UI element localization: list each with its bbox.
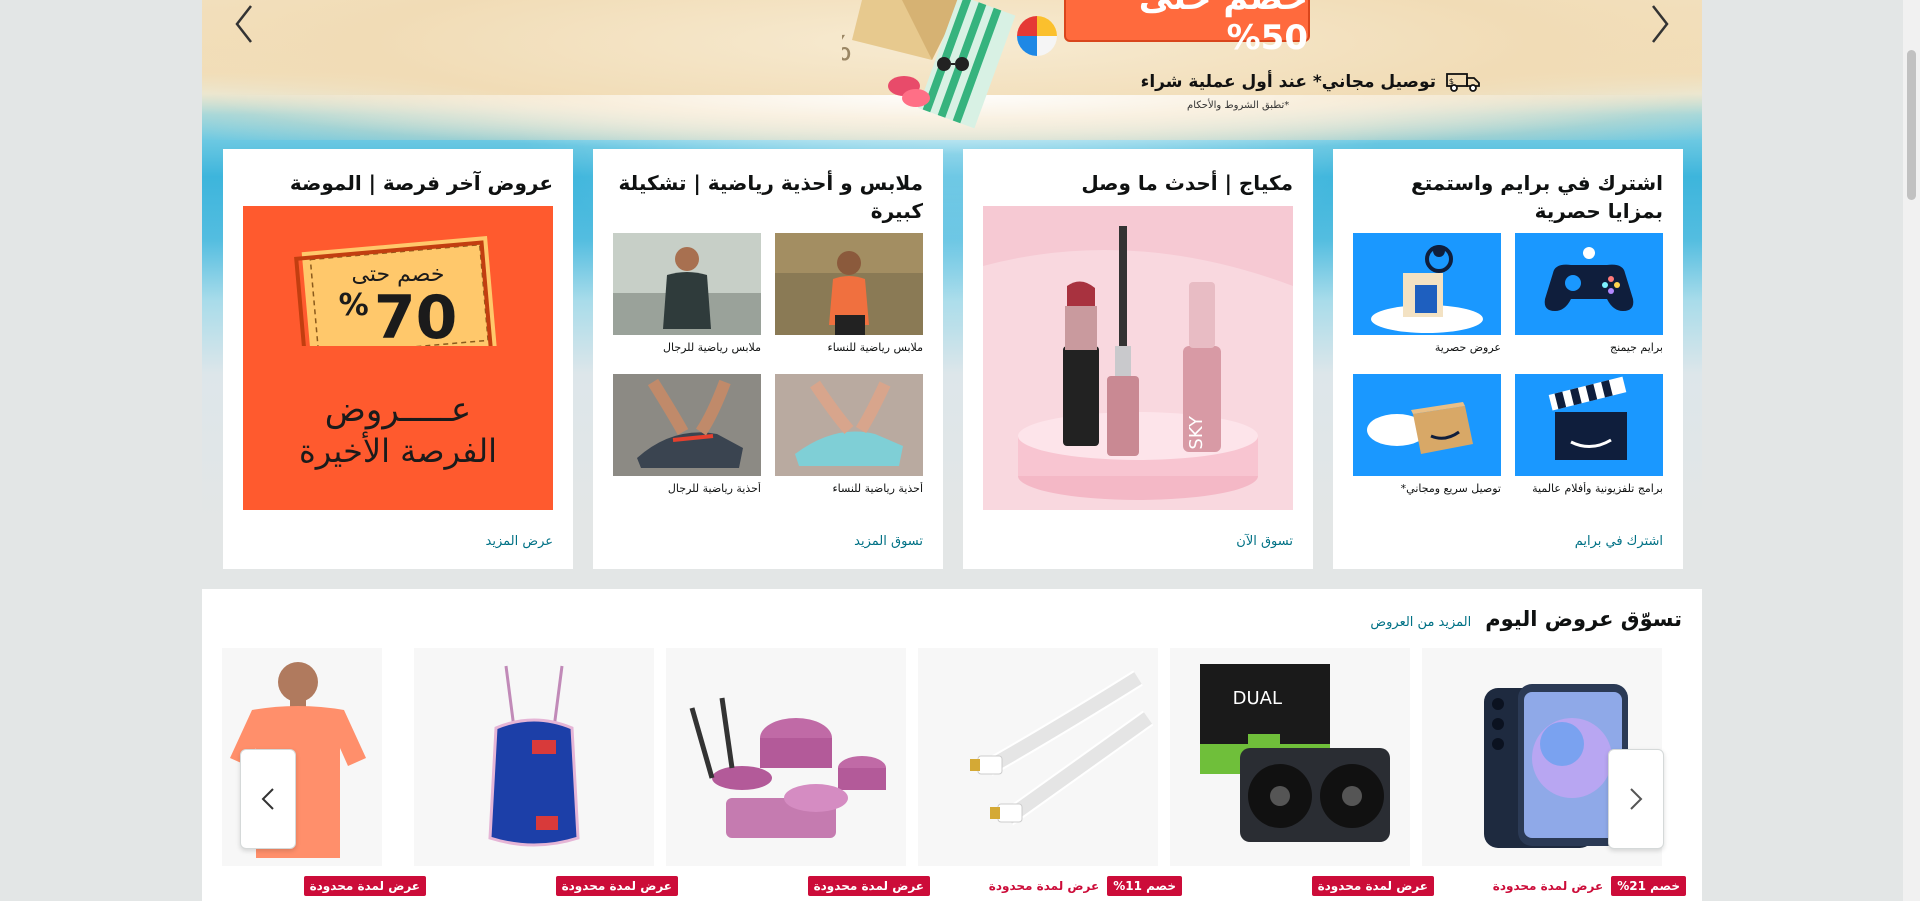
sports-grid: ملابس رياضية للنساء ملابس رياضية للرجال [613,233,923,495]
sports-item-men-shoes[interactable]: أحذية رياضية للرجال [613,374,761,495]
deal-product-tile[interactable] [414,648,654,866]
promo-percent: % [338,288,369,323]
men-shoes-image [613,374,761,476]
vertical-scrollbar[interactable] [1903,0,1920,901]
sports-item-label: أحذية رياضية للرجال [667,482,761,495]
sports-item-women-shoes[interactable]: أحذية رياضية للنساء [775,374,923,495]
limited-offer-badge: عرض لمدة محدودة [1311,876,1434,896]
chevron-right-icon [1630,788,1643,810]
cookware-icon [689,697,886,838]
gamepad-icon [1515,233,1663,335]
discount-badge: خصم حتى 50% [1064,0,1310,58]
card-makeup: مكياج | أحدث ما وصل SKY تسوق الآن [963,149,1313,569]
card-title: ملابس و أحذية رياضية | تشكيلة كبيرة [618,171,923,223]
promo-value: 70 [373,283,458,353]
deal-product-tile[interactable] [918,648,1158,866]
beach-illustration: % [842,0,1057,129]
deals-title: تسوّق عروض اليوم [1485,607,1682,631]
discount-badge: خصم 11% [1107,876,1182,896]
deals-next-button[interactable] [1608,749,1664,849]
scroll-thumb[interactable] [1907,50,1916,200]
deals-header: تسوّق عروض اليوم المزيد من العروض [1370,607,1682,631]
limited-offer-label: عرض لمدة محدودة [1492,879,1604,893]
card-prime: اشترك في برايم واستمتع بمزايا حصرية براي… [1333,149,1683,569]
swimsuit-icon [488,665,580,847]
discount-badge: خصم 21% [1611,876,1686,896]
card-title: عروض آخر فرصة | الموضة [289,171,553,195]
page: % خصم حتى 50% $ [202,0,1702,901]
card-sportswear: ملابس و أحذية رياضية | تشكيلة كبيرة ملاب… [593,149,943,569]
shop-more-link[interactable]: تسوق المزيد [854,534,923,549]
clapperboard-icon [1515,374,1663,476]
man-running-image [613,233,761,335]
makeup-product-image[interactable]: SKY [983,206,1293,510]
deal-badges: عرض لمدة محدودة [807,876,930,896]
limited-offer-badge: عرض لمدة محدودة [303,876,426,896]
deals-prev-button[interactable] [240,749,296,849]
deal-badges: خصم 11% عرض لمدة محدودة [989,876,1182,896]
prime-item-deals[interactable]: عروض حصرية [1353,233,1501,354]
chevron-right-icon [1652,5,1669,43]
chevron-left-icon [261,788,274,810]
last-chance-promo[interactable]: خصم حتى % 70 عـــــروض الفرصة الأخيرة [243,206,553,510]
prime-item-label: توصيل سريع ومجاني* [1400,482,1501,495]
prime-item-video[interactable]: برامج تلفزيونية وأفلام عالمية [1515,374,1663,495]
deal-badges: عرض لمدة محدودة [303,876,426,896]
women-shoes-image [775,374,923,476]
sports-item-label: ملابس رياضية للرجال [662,341,761,354]
svg-text:DUAL: DUAL [1233,688,1282,709]
sports-item-label: أحذية رياضية للنساء [832,482,923,495]
free-delivery-text: توصيل مجاني* عند أول عملية شراء [1140,72,1436,92]
svg-text:$: $ [1449,77,1454,86]
shopping-bag-icon [1353,233,1501,335]
sports-item-women-clothes[interactable]: ملابس رياضية للنساء [775,233,923,354]
prime-item-delivery[interactable]: توصيل سريع ومجاني* [1353,374,1501,495]
deal-product-tile[interactable]: DUAL [1170,648,1410,866]
sports-item-men-clothes[interactable]: ملابس رياضية للرجال [613,233,761,354]
graphics-card-icon: DUAL [1200,664,1390,842]
deal-product-tile[interactable] [666,648,906,866]
prime-item-gaming[interactable]: برايم جيمنج [1515,233,1663,354]
card-title: مكياج | أحدث ما وصل [1081,171,1293,195]
shop-now-link[interactable]: تسوق الآن [1236,534,1293,549]
limited-offer-badge: عرض لمدة محدودة [555,876,678,896]
package-icon [1353,374,1501,476]
woman-running-image [775,233,923,335]
promo-line-2: الفرصة الأخيرة [299,432,497,470]
chevron-left-icon [235,5,252,43]
subscribe-prime-link[interactable]: اشترك في برايم [1575,534,1663,549]
promo-line-1: عـــــروض [324,390,472,430]
delivery-truck-icon: $ [1446,73,1480,92]
deal-badges: عرض لمدة محدودة [555,876,678,896]
prime-item-label: برامج تلفزيونية وأفلام عالمية [1532,482,1663,495]
limited-offer-badge: عرض لمدة محدودة [807,876,930,896]
promo-value-row: % 70 [243,288,553,348]
svg-text:%: % [842,29,852,69]
svg-text:SKY: SKY [1186,415,1207,450]
prime-item-label: برايم جيمنج [1610,341,1663,354]
hero-prev-button[interactable] [214,0,274,48]
prime-grid: برايم جيمنج عروض حصرية برامج تلفزيونية و… [1353,233,1663,495]
free-delivery-line: $ توصيل مجاني* عند أول عملية شراء [1022,70,1482,94]
sports-item-label: ملابس رياضية للنساء [827,341,923,354]
hero-next-button[interactable] [1630,0,1690,48]
card-last-chance: عروض آخر فرصة | الموضة خصم حتى % 70 عـــ… [223,149,573,569]
todays-deals-section: تسوّق عروض اليوم المزيد من العروض خصم 21… [202,589,1702,901]
more-deals-link[interactable]: المزيد من العروض [1370,615,1471,630]
cable-icon [970,670,1154,826]
card-title: اشترك في برايم واستمتع بمزايا حصرية [1410,171,1663,223]
view-more-link[interactable]: عرض المزيد [486,534,553,549]
deal-badges: خصم 21% عرض لمدة محدودة [1493,876,1686,896]
prime-item-label: عروض حصرية [1434,341,1501,354]
terms-note: *تطبق الشروط والأحكام [1187,100,1290,111]
deal-badges: عرض لمدة محدودة [1311,876,1434,896]
limited-offer-label: عرض لمدة محدودة [988,879,1100,893]
